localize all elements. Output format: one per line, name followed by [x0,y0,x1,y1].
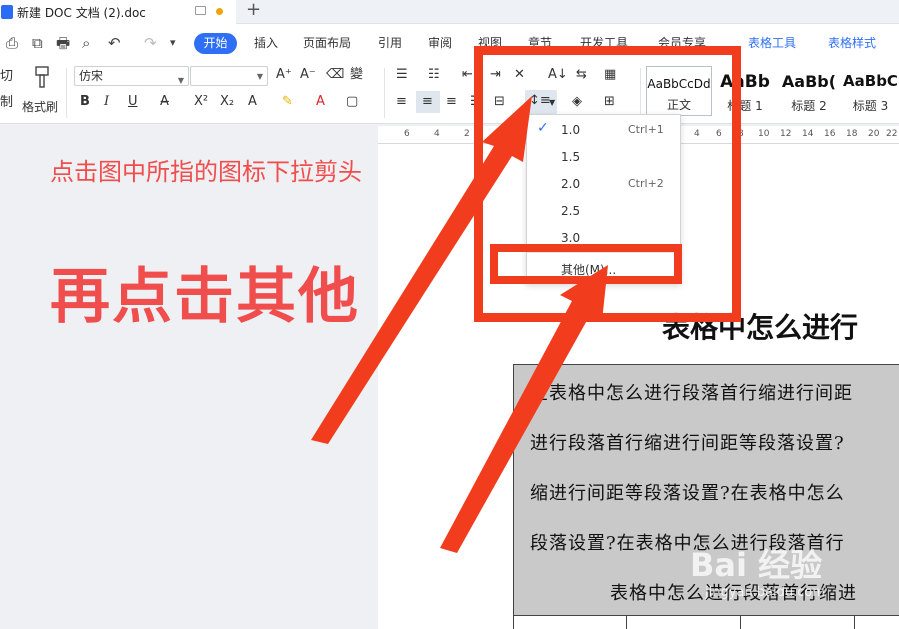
watermark-url: jingyan.baidu.com [705,585,825,600]
annotation-arrow [311,96,532,444]
watermark-logo: Bai 经验 [690,546,823,584]
annotation-arrow [440,265,608,553]
annotation-arrows [311,96,608,553]
app-window: { "window": { "doc_tab_title": "新建 DOC 文… [0,0,899,629]
